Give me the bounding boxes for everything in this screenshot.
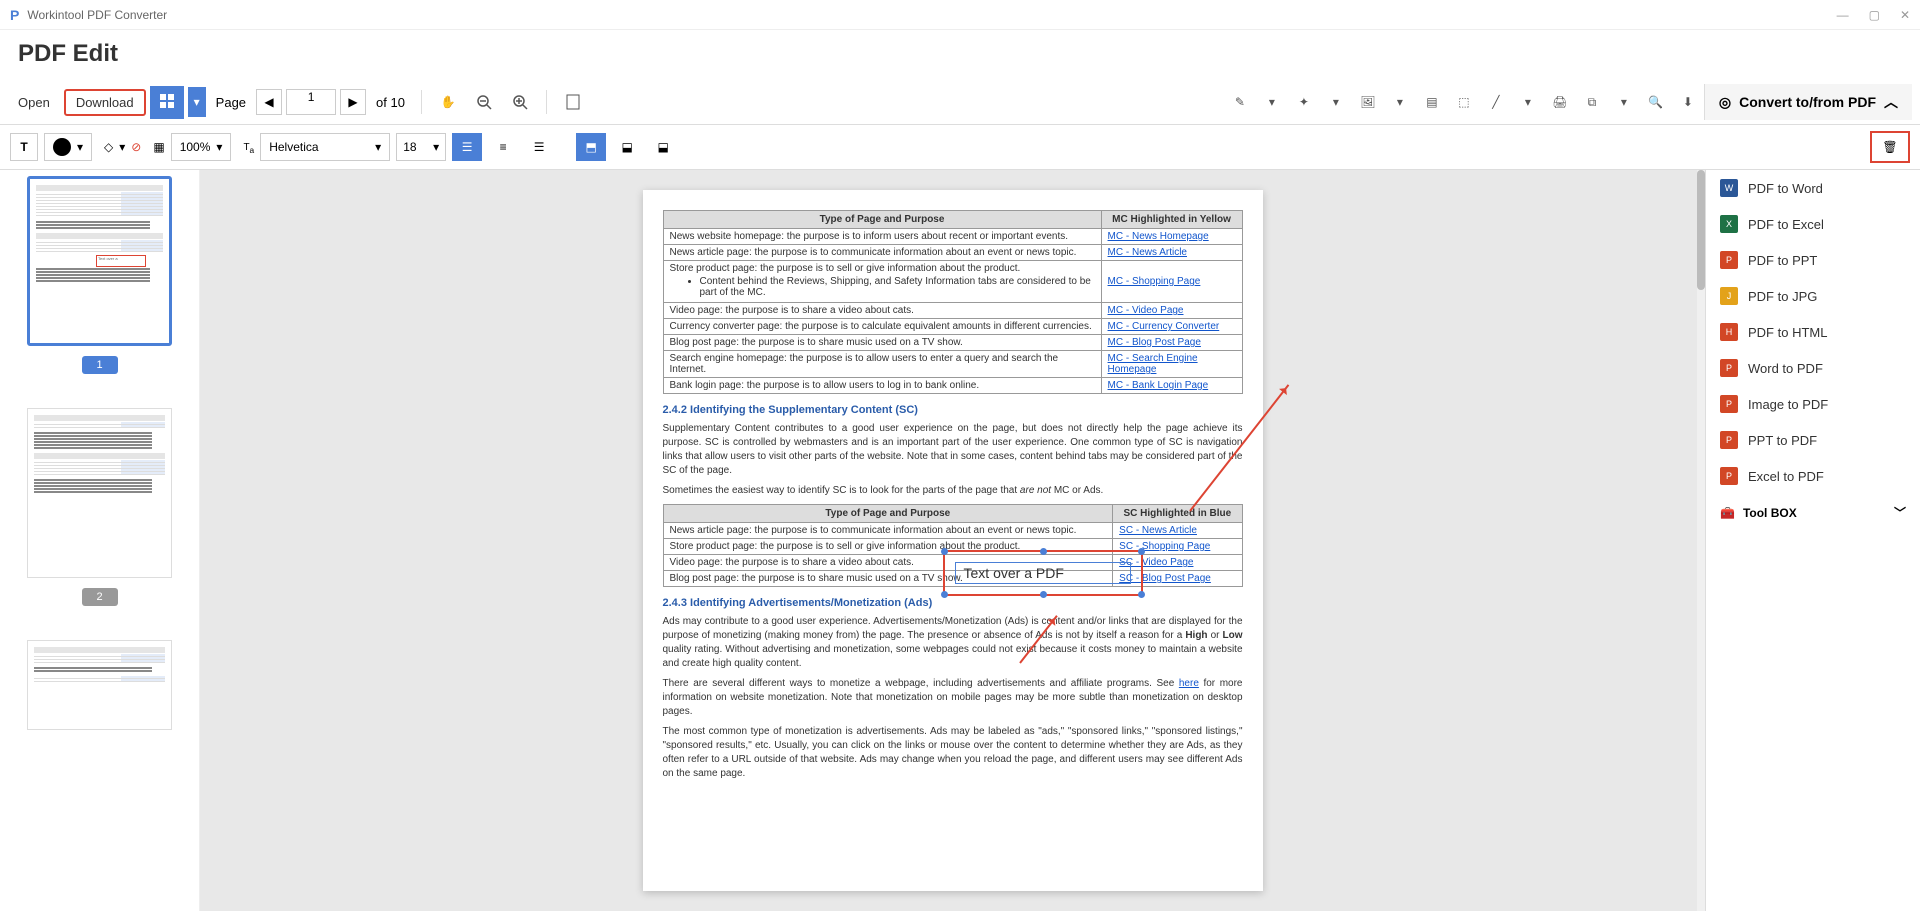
pdf-page[interactable]: Type of Page and Purpose MC Highlighted … [643,190,1263,891]
page-input[interactable]: 1 [286,89,336,115]
chevron-down-icon: ﹀ [1894,504,1906,521]
copy-icon[interactable]: ⧉ [1576,86,1608,118]
image-tool-icon[interactable]: 🖼 [1352,86,1384,118]
chevron-down-icon[interactable]: ▾ [1512,86,1544,118]
link[interactable]: SC - News Article [1113,523,1242,539]
magic-tool-icon[interactable]: ✦ [1288,86,1320,118]
open-button[interactable]: Open [8,89,60,116]
section-heading: 2.4.2 Identifying the Supplementary Cont… [663,404,1243,416]
convert-image-to-pdf[interactable]: PImage to PDF [1706,386,1920,422]
table-header: Type of Page and Purpose [663,211,1101,229]
print-icon[interactable]: 🖨 [1544,86,1576,118]
convert-pdf-to-word[interactable]: WPDF to Word [1706,170,1920,206]
body-text: The most common type of monetization is … [663,725,1243,781]
chevron-down-icon[interactable]: ▾ [1320,86,1352,118]
view-dropdown[interactable]: ▾ [188,87,206,117]
text-format-icon[interactable]: Ta [243,139,254,155]
maximize-button[interactable]: ▢ [1869,8,1880,22]
page-prev-button[interactable]: ◀ [256,89,282,115]
chevron-up-icon: ︿ [1884,92,1898,112]
table-header: MC Highlighted in Yellow [1101,211,1242,229]
page-next-button[interactable]: ▶ [340,89,366,115]
text-color-picker[interactable]: ▾ [44,133,92,161]
body-text: Ads may contribute to a good user experi… [663,615,1243,671]
toolbox-toggle[interactable]: 🧰Tool BOX ﹀ [1706,494,1920,531]
valign-top-button[interactable]: ⬒ [576,133,606,161]
thumbnail-number-2: 2 [82,588,118,606]
convert-ppt-to-pdf[interactable]: PPPT to PDF [1706,422,1920,458]
page-fit-icon[interactable] [557,86,589,118]
hand-tool-icon[interactable]: ✋ [432,86,464,118]
link[interactable]: MC - Search Engine Homepage [1101,351,1242,378]
minimize-button[interactable]: — [1837,8,1849,22]
close-button[interactable]: ✕ [1900,8,1910,22]
chevron-down-icon[interactable]: ▾ [1256,86,1288,118]
chevron-down-icon[interactable]: ▾ [1384,86,1416,118]
text-overlay-selection[interactable]: Text over a PDF [943,550,1143,596]
view-grid-button[interactable] [150,86,184,119]
table-header: Type of Page and Purpose [663,505,1113,523]
target-icon: ◎ [1719,94,1731,111]
chevron-down-icon[interactable]: ▾ [1608,86,1640,118]
convert-excel-to-pdf[interactable]: PExcel to PDF [1706,458,1920,494]
link[interactable]: MC - Shopping Page [1101,261,1242,303]
convert-pdf-to-jpg[interactable]: JPDF to JPG [1706,278,1920,314]
body-text: There are several different ways to mone… [663,677,1243,719]
page-title: PDF Edit [0,30,1920,80]
link[interactable]: MC - Bank Login Page [1101,378,1242,394]
link[interactable]: MC - News Homepage [1101,229,1242,245]
convert-panel-toggle[interactable]: ◎ Convert to/from PDF ︿ [1704,84,1912,120]
align-right-button[interactable]: ☰ [524,133,554,161]
font-size-select[interactable]: 18▾ [396,133,446,161]
fill-tool-icon[interactable]: ◇ [104,140,113,154]
page-total: of 10 [376,95,405,110]
align-left-button[interactable]: ☰ [452,133,482,161]
overlay-text[interactable]: Text over a PDF [964,565,1064,581]
app-title: Workintool PDF Converter [27,8,167,22]
zoom-select[interactable]: 100%▾ [171,133,232,161]
delete-button[interactable]: 🗑 [1870,131,1910,163]
link[interactable]: MC - Currency Converter [1101,319,1242,335]
link[interactable]: here [1179,678,1199,689]
thumbnail-page-1[interactable]: Text over a [27,176,172,346]
link[interactable]: MC - News Article [1101,245,1242,261]
scroll-track[interactable] [1697,170,1705,911]
valign-middle-button[interactable]: ⬓ [612,133,642,161]
convert-pdf-to-html[interactable]: HPDF to HTML [1706,314,1920,350]
note-tool-icon[interactable]: ▤ [1416,86,1448,118]
convert-word-to-pdf[interactable]: PWord to PDF [1706,350,1920,386]
page-label: Page [216,95,246,110]
thumbnail-page-2[interactable] [27,408,172,578]
crop-tool-icon[interactable]: ⬚ [1448,86,1480,118]
font-select[interactable]: Helvetica▾ [260,133,390,161]
valign-bottom-button[interactable]: ⬓ [648,133,678,161]
thumbnail-number-1: 1 [82,356,118,374]
table-header: SC Highlighted in Blue [1113,505,1242,523]
align-center-button[interactable]: ≡ [488,133,518,161]
layer-icon[interactable]: ▦ [153,140,164,154]
search-icon[interactable]: 🔍 [1640,86,1672,118]
line-tool-icon[interactable]: ╱ [1480,86,1512,118]
download-button[interactable]: Download [64,89,146,116]
convert-pdf-to-excel[interactable]: XPDF to Excel [1706,206,1920,242]
body-text: Sometimes the easiest way to identify SC… [663,484,1243,498]
thumbnail-page-3[interactable] [27,640,172,730]
body-text: Supplementary Content contributes to a g… [663,422,1243,478]
link[interactable]: MC - Video Page [1101,303,1242,319]
toolbox-icon: 🧰 [1720,506,1735,520]
draw-tool-icon[interactable]: ✎ [1224,86,1256,118]
no-fill-icon[interactable]: ⊘ [131,140,141,154]
app-logo-icon: P [10,7,19,23]
section-heading: 2.4.3 Identifying Advertisements/Monetiz… [663,597,1243,609]
convert-pdf-to-ppt[interactable]: PPDF to PPT [1706,242,1920,278]
zoom-out-icon[interactable] [468,86,500,118]
link[interactable]: MC - Blog Post Page [1101,335,1242,351]
zoom-in-icon[interactable] [504,86,536,118]
text-tool-button[interactable]: T [10,133,38,161]
download-icon[interactable]: ⬇ [1672,86,1704,118]
